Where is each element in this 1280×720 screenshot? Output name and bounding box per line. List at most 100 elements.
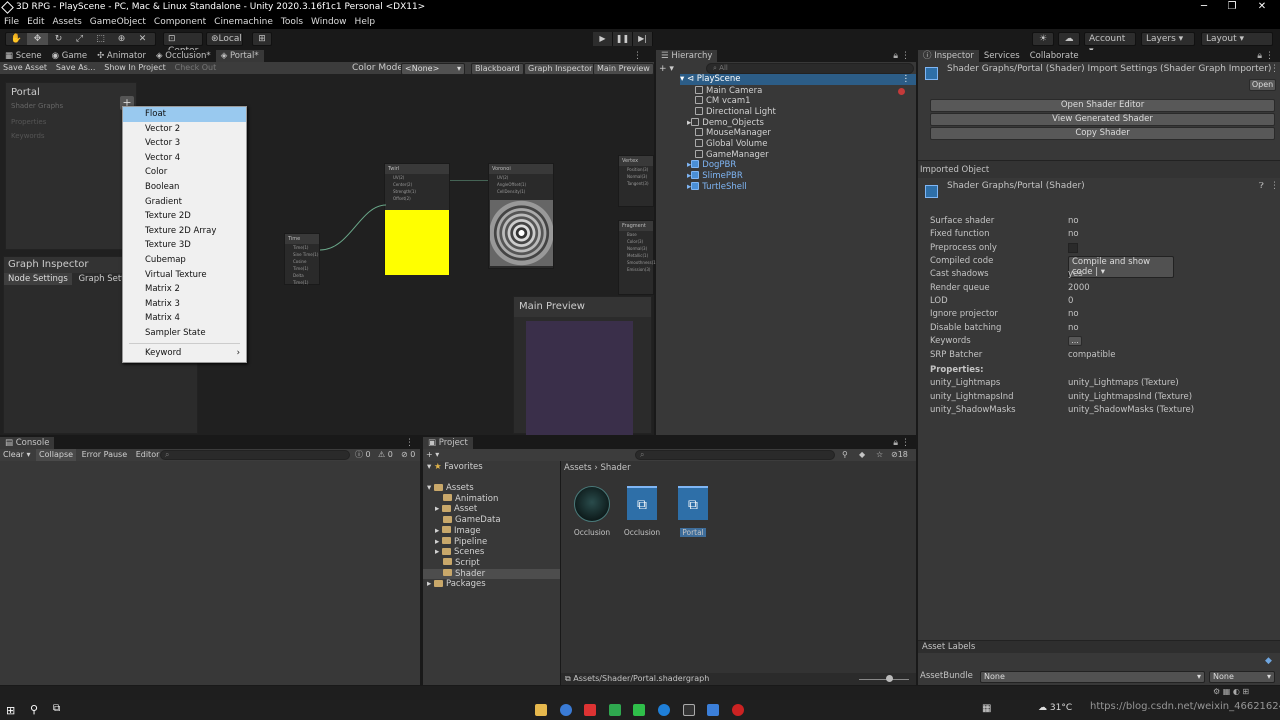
folder-item[interactable]: ▸ Scenes	[435, 547, 484, 558]
tab-animator[interactable]: ✣ Animator	[92, 50, 151, 62]
main-preview-render[interactable]	[526, 321, 633, 435]
fragment-port[interactable]: Metallic(1)	[619, 252, 653, 259]
menu-item-color[interactable]: Color	[123, 165, 246, 180]
view-generated-shader-button[interactable]: View Generated Shader	[930, 113, 1275, 126]
menu-item-vector3[interactable]: Vector 3	[123, 136, 246, 151]
collab-button[interactable]: ☀	[1032, 32, 1054, 46]
transform-tool-icon[interactable]: ⊕	[111, 33, 132, 45]
folder-item[interactable]: ▸ Image	[435, 526, 481, 537]
menu-tools[interactable]: Tools	[277, 15, 307, 29]
breadcrumb-assets[interactable]: Assets	[561, 463, 592, 473]
tab-game[interactable]: ◉ Game	[47, 50, 92, 62]
vertex-stack[interactable]: Vertex Position(3) Normal(3) Tangent(3)	[618, 155, 654, 207]
custom-tool-icon[interactable]: ✕	[132, 33, 153, 45]
menu-component[interactable]: Component	[150, 15, 210, 29]
compiled-code-dropdown[interactable]: Compile and show code | ▾	[1068, 256, 1174, 278]
asset-item[interactable]: ⧉ Occlusion	[618, 486, 666, 537]
node-settings-tab[interactable]: Node Settings	[4, 273, 72, 285]
app-icon[interactable]	[609, 704, 621, 716]
check-out-button[interactable]: Check Out	[172, 62, 220, 74]
menu-item-texture2d[interactable]: Texture 2D	[123, 209, 246, 224]
unity-icon[interactable]	[683, 704, 695, 716]
menu-file[interactable]: File	[0, 15, 23, 29]
console-search-input[interactable]: ⌕	[160, 450, 350, 460]
error-pause-button[interactable]: Error Pause	[79, 449, 131, 461]
menu-item-vector2[interactable]: Vector 2	[123, 122, 246, 137]
time-port[interactable]: Delta Time(1)	[285, 272, 319, 286]
asset-bundle-dropdown[interactable]: None ▾	[980, 671, 1205, 683]
collapse-button[interactable]: Collapse	[36, 449, 77, 461]
hierarchy-item[interactable]: Directional Light	[695, 106, 776, 118]
graph-inspector-toggle[interactable]: Graph Inspector	[524, 63, 597, 75]
console-menu-icon[interactable]: ⋮	[405, 437, 414, 449]
menu-item-virtual-texture[interactable]: Virtual Texture	[123, 268, 246, 283]
hierarchy-item[interactable]: MouseManager	[695, 128, 771, 139]
inspector-menu-icon[interactable]: ⋮	[1265, 50, 1274, 62]
windows-start-icon[interactable]: ⊞	[6, 704, 15, 717]
rotate-tool-icon[interactable]: ↻	[48, 33, 69, 45]
hierarchy-scene-row[interactable]: ▾ ⊲ PlayScene ⋮	[680, 74, 916, 85]
preprocess-only-checkbox[interactable]	[1068, 243, 1078, 253]
keywords-button[interactable]: ...	[1068, 336, 1082, 346]
account-dropdown[interactable]: Account ▾	[1084, 32, 1136, 56]
hierarchy-search-input[interactable]: ⌕ All	[706, 63, 914, 74]
project-create-button[interactable]: + ▾	[423, 449, 442, 461]
scene-menu-icon[interactable]: ⋮	[902, 74, 911, 85]
hierarchy-item[interactable]: GameManager	[695, 149, 769, 161]
tab-occlusion[interactable]: ◈ Occlusion*	[151, 50, 216, 62]
menu-item-texture3d[interactable]: Texture 3D	[123, 238, 246, 253]
info-count[interactable]: ⓘ 0	[355, 449, 371, 461]
lock-icon[interactable]: 🔒︎	[893, 50, 898, 62]
project-search-input[interactable]: ⌕	[635, 450, 835, 460]
move-tool-icon[interactable]: ✥	[27, 33, 48, 45]
fragment-port[interactable]: Emission(3)	[619, 266, 653, 273]
menu-assets[interactable]: Assets	[49, 15, 86, 29]
hand-tool-icon[interactable]: ✋	[6, 33, 27, 45]
folder-item[interactable]: Animation	[443, 494, 498, 505]
breadcrumb-shader[interactable]: Shader	[600, 463, 630, 473]
zoom-slider[interactable]	[859, 679, 909, 680]
status-icons[interactable]: ⚙ ▦ ◐ ⊞	[1213, 687, 1249, 696]
close-button[interactable]: ✕	[1250, 0, 1274, 15]
fragment-port[interactable]: Base Color(3)	[619, 231, 653, 245]
play-button[interactable]: ▶	[593, 32, 613, 46]
maximize-button[interactable]: ❐	[1220, 0, 1244, 15]
tab-services[interactable]: Services	[979, 50, 1025, 62]
menu-item-matrix2[interactable]: Matrix 2	[123, 282, 246, 297]
favorites-node[interactable]: ▾ ★ Favorites	[427, 462, 483, 473]
blackboard-toggle[interactable]: Blackboard	[471, 63, 524, 75]
show-in-project-button[interactable]: Show In Project	[101, 62, 168, 74]
hierarchy-item[interactable]: Main Camera	[695, 85, 762, 97]
app-icon[interactable]	[560, 704, 572, 716]
hidden-count[interactable]: ⊘18	[891, 449, 908, 461]
app-icon[interactable]	[584, 704, 596, 716]
open-shader-editor-button[interactable]: Open Shader Editor	[930, 99, 1275, 112]
favorite-star-icon[interactable]: ☆	[876, 449, 883, 461]
vertex-port[interactable]: Normal(3)	[619, 173, 653, 180]
cloud-button[interactable]: ☁	[1058, 32, 1080, 46]
packages-node[interactable]: ▸ Packages	[427, 579, 486, 590]
tab-portal[interactable]: ◈ Portal*	[215, 50, 264, 62]
time-port[interactable]: Time(1)	[285, 244, 319, 251]
hierarchy-prefab-item[interactable]: ▸ DogPBR	[687, 160, 736, 171]
help-icon[interactable]: ❓︎	[1259, 181, 1264, 191]
save-as-button[interactable]: Save As...	[53, 62, 98, 74]
copy-shader-button[interactable]: Copy Shader	[930, 127, 1275, 140]
folder-item[interactable]: Script	[443, 558, 480, 569]
hierarchy-item[interactable]: Global Volume	[695, 139, 767, 150]
menu-gameobject[interactable]: GameObject	[86, 15, 150, 29]
asset-item[interactable]: Occlusion	[568, 486, 616, 537]
menu-item-boolean[interactable]: Boolean	[123, 180, 246, 195]
hierarchy-menu-icon[interactable]: ⋮	[901, 50, 910, 62]
file-explorer-icon[interactable]	[535, 704, 547, 716]
main-preview-toggle[interactable]: Main Preview	[593, 63, 654, 75]
tab-scene[interactable]: ▦ Scene	[0, 50, 47, 62]
fragment-port[interactable]: Smoothness(1)	[619, 259, 657, 266]
error-count[interactable]: ⊘ 0	[401, 449, 415, 461]
project-lock-icon[interactable]: 🔒︎	[893, 437, 898, 449]
tab-hierarchy[interactable]: ☰ Hierarchy	[656, 50, 718, 62]
time-port[interactable]: Sine Time(1)	[285, 251, 319, 258]
folder-item[interactable]: ▸ Asset	[435, 504, 477, 515]
header-menu-icon[interactable]: ⋮	[1270, 64, 1279, 74]
save-asset-button[interactable]: Save Asset	[0, 62, 50, 74]
